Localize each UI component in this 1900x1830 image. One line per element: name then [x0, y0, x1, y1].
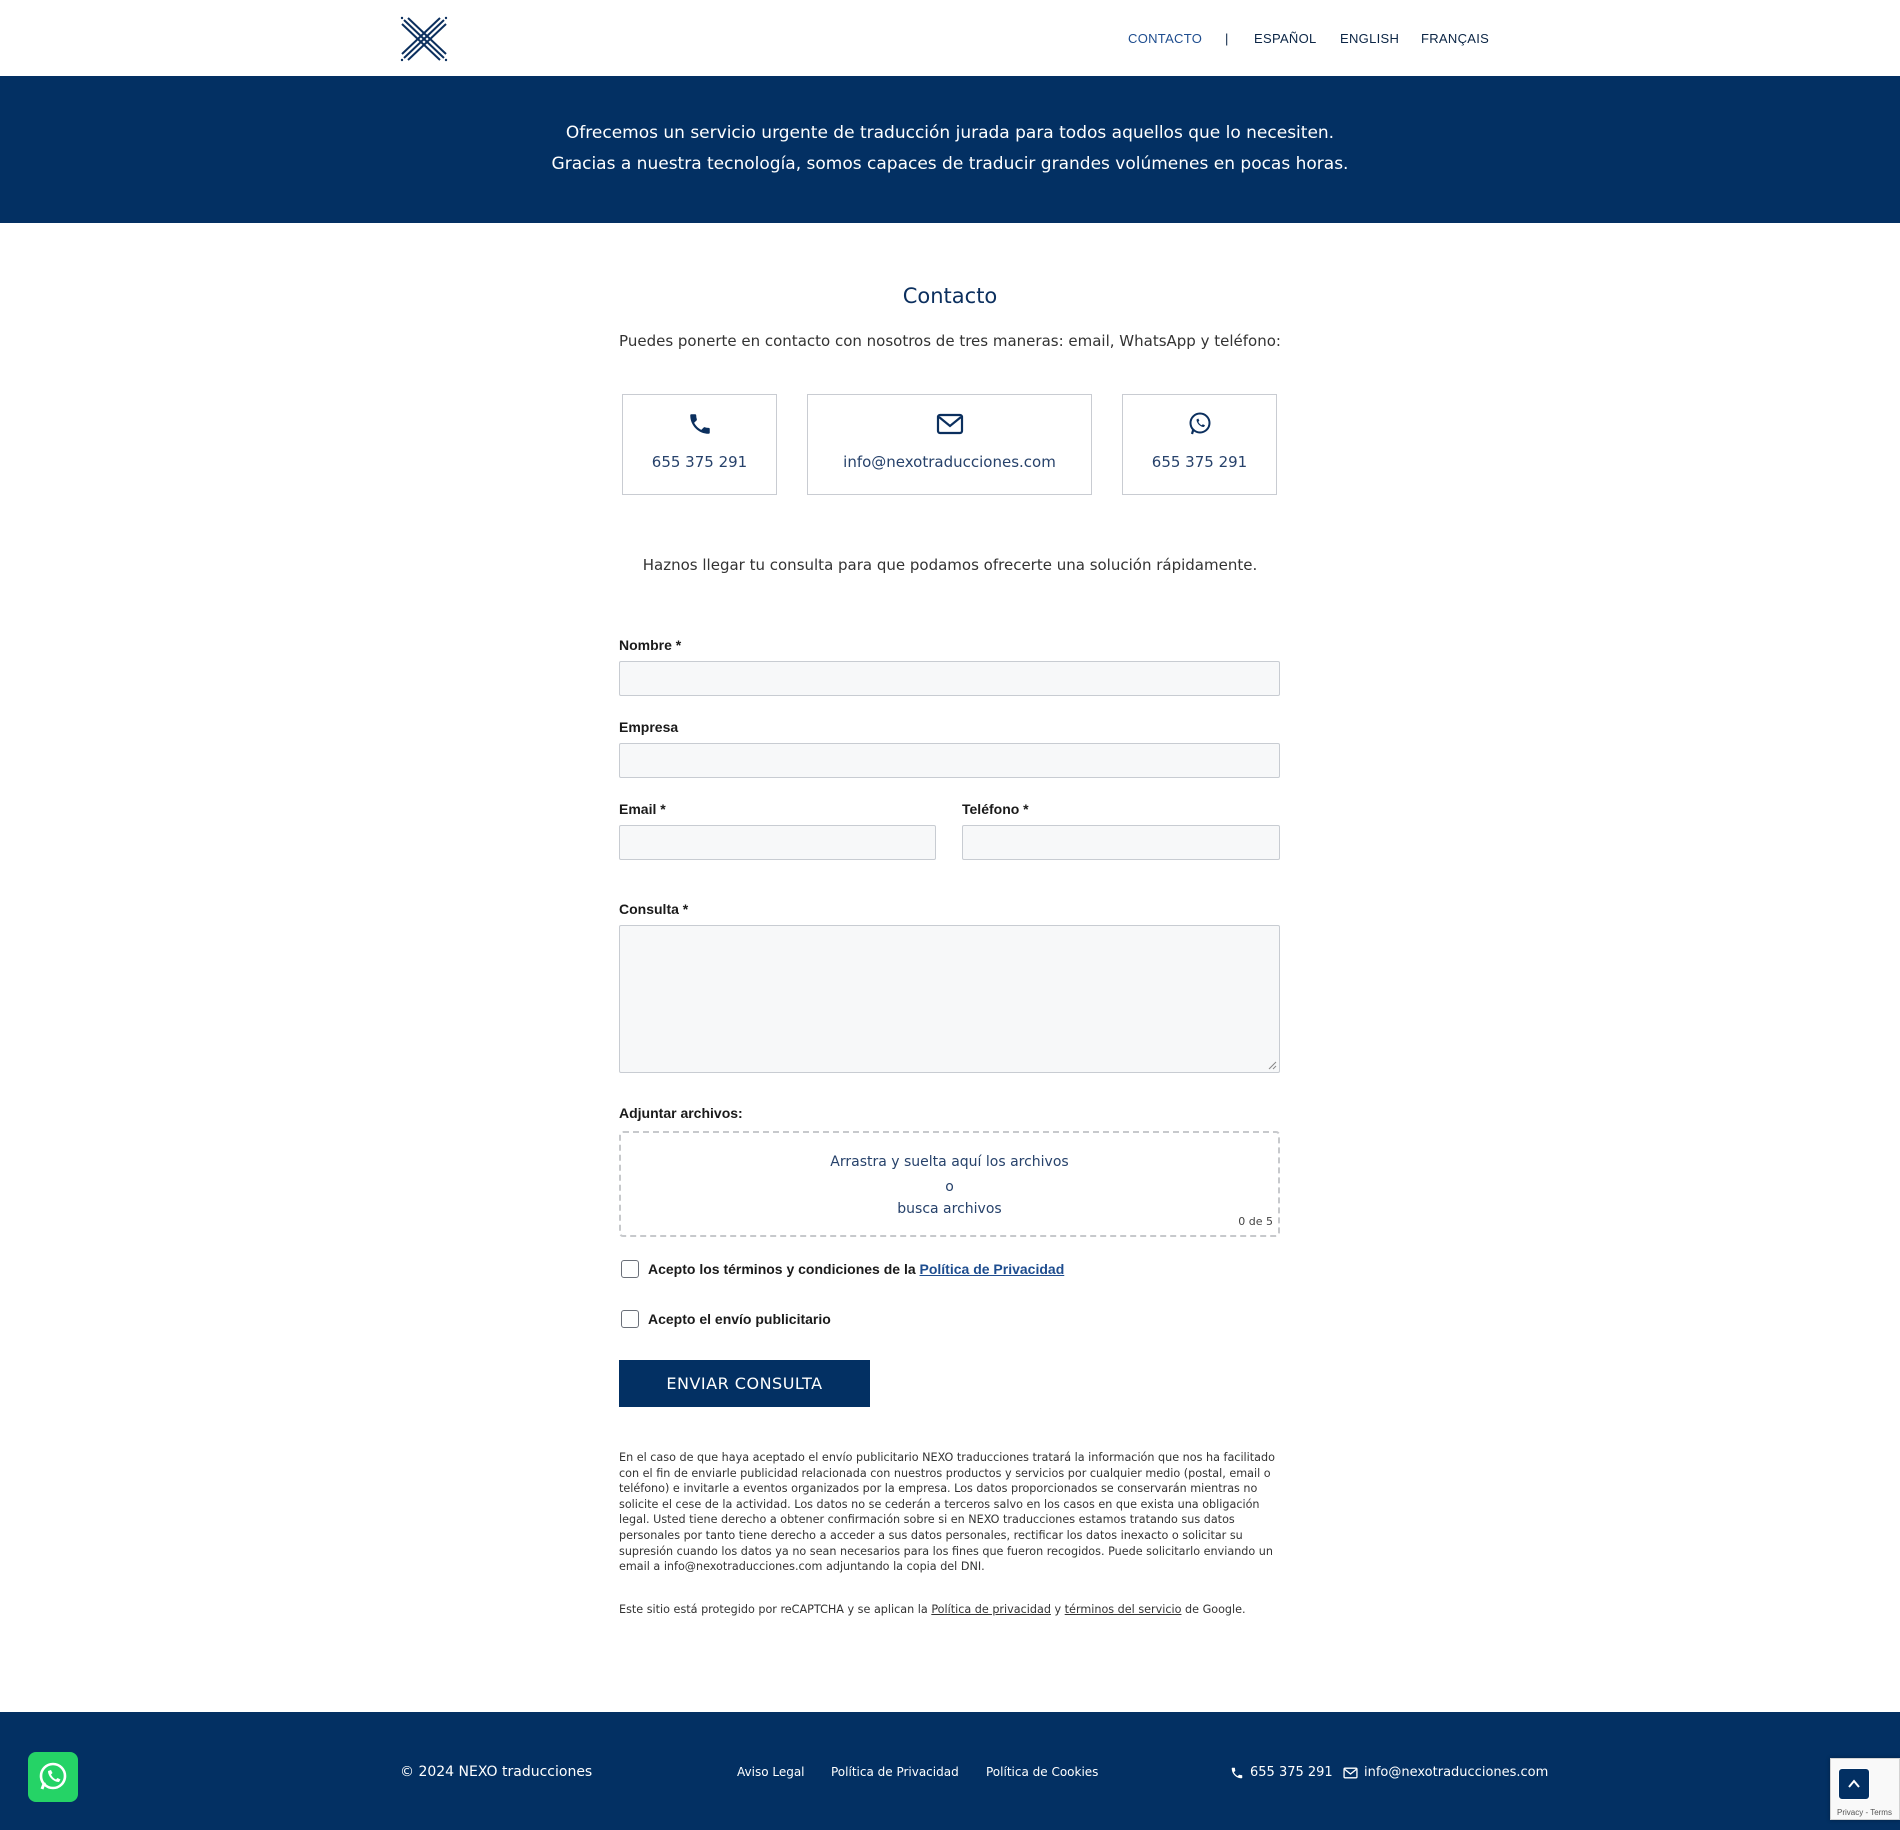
footer-cookies[interactable]: Política de Cookies: [986, 1765, 1098, 1779]
email-card[interactable]: info@nexotraducciones.com: [807, 394, 1092, 495]
recaptcha-notice: Este sitio está protegido por reCAPTCHA …: [619, 1602, 1282, 1618]
email-input[interactable]: [619, 825, 936, 860]
resize-handle-icon[interactable]: [1267, 1060, 1277, 1070]
legal-notice: En el caso de que haya aceptado el envío…: [619, 1451, 1275, 1574]
whatsapp-float-button[interactable]: [28, 1752, 78, 1802]
telefono-label: Teléfono *: [962, 801, 1029, 817]
contact-intro: Puedes ponerte en contacto con nosotros …: [619, 332, 1281, 350]
site-footer: © 2024 NEXO traducciones Aviso Legal Pol…: [0, 1712, 1900, 1830]
recaptcha-and: y: [1050, 1603, 1065, 1616]
footer-email-text: info@nexotraducciones.com: [1364, 1765, 1549, 1780]
mail-icon: [1343, 1767, 1358, 1778]
footer-phone[interactable]: 655 375 291: [1230, 1765, 1333, 1780]
page-title: Contacto: [902, 284, 998, 308]
browse-files-link[interactable]: busca archivos: [621, 1201, 1278, 1217]
nav-separator: |: [1225, 31, 1229, 46]
contact-cta: Haznos llegar tu consulta para que podam…: [642, 556, 1258, 574]
terms-label: Acepto los términos y condiciones de la …: [648, 1261, 1064, 1277]
recaptcha-badge-text: Privacy - Terms: [1837, 1808, 1892, 1817]
ads-label: Acepto el envío publicitario: [648, 1311, 831, 1327]
ads-checkbox[interactable]: [621, 1310, 639, 1328]
site-header: CONTACTO | ESPAÑOL ENGLISH FRANÇAIS: [0, 0, 1900, 76]
hero-line-2: Gracias a nuestra tecnología, somos capa…: [551, 154, 1349, 174]
hero-banner: Ofrecemos un servicio urgente de traducc…: [0, 76, 1900, 223]
whatsapp-icon: [1123, 411, 1276, 439]
whatsapp-card-text: 655 375 291: [1151, 453, 1248, 471]
adjuntar-label: Adjuntar archivos:: [619, 1105, 743, 1121]
phone-icon: [1231, 1767, 1243, 1778]
privacy-policy-link[interactable]: Política de Privacidad: [920, 1261, 1065, 1277]
dropzone-or: o: [945, 1179, 954, 1195]
phone-card-text: 655 375 291: [651, 453, 748, 471]
email-card-text: info@nexotraducciones.com: [843, 453, 1056, 471]
terms-label-text: Acepto los términos y condiciones de la: [648, 1261, 920, 1277]
submit-button[interactable]: ENVIAR CONSULTA: [619, 1360, 870, 1407]
footer-privacidad[interactable]: Política de Privacidad: [831, 1765, 959, 1779]
telefono-input[interactable]: [962, 825, 1280, 860]
nombre-input[interactable]: [619, 661, 1280, 696]
terms-checkbox[interactable]: [621, 1260, 639, 1278]
copyright: © 2024 NEXO traducciones: [400, 1764, 593, 1780]
top-nav: CONTACTO | ESPAÑOL ENGLISH FRANÇAIS: [0, 31, 1900, 49]
consulta-textarea[interactable]: [619, 925, 1280, 1073]
nav-francais[interactable]: FRANÇAIS: [1421, 31, 1489, 46]
empresa-label: Empresa: [619, 719, 679, 735]
empresa-input[interactable]: [619, 743, 1280, 778]
recaptcha-pre: Este sitio está protegido por reCAPTCHA …: [619, 1603, 932, 1616]
recaptcha-post: de Google.: [1181, 1603, 1246, 1616]
footer-phone-text: 655 375 291: [1250, 1765, 1333, 1780]
footer-email[interactable]: info@nexotraducciones.com: [1343, 1765, 1548, 1780]
file-dropzone[interactable]: Arrastra y suelta aquí los archivos o bu…: [619, 1131, 1280, 1237]
mail-icon: [808, 411, 1091, 439]
nav-english[interactable]: ENGLISH: [1340, 31, 1399, 46]
whatsapp-icon: [39, 1762, 67, 1790]
google-privacy-link[interactable]: Política de privacidad: [931, 1603, 1051, 1616]
email-label: Email *: [619, 801, 666, 817]
footer-aviso-legal[interactable]: Aviso Legal: [737, 1765, 805, 1779]
chevron-up-icon: [1848, 1779, 1860, 1788]
phone-icon: [623, 411, 776, 439]
google-terms-link[interactable]: términos del servicio: [1065, 1603, 1182, 1616]
dropzone-text: Arrastra y suelta aquí los archivos: [830, 1154, 1069, 1170]
nombre-label: Nombre *: [619, 637, 682, 653]
consulta-label: Consulta *: [619, 901, 689, 917]
hero-line-1: Ofrecemos un servicio urgente de traducc…: [565, 123, 1335, 143]
scroll-to-top-button[interactable]: [1838, 1768, 1870, 1800]
phone-card[interactable]: 655 375 291: [622, 394, 777, 495]
whatsapp-card[interactable]: 655 375 291: [1122, 394, 1277, 495]
file-count: 0 de 5: [1238, 1215, 1273, 1228]
nav-contacto[interactable]: CONTACTO: [1128, 31, 1202, 46]
nav-espanol[interactable]: ESPAÑOL: [1254, 31, 1317, 46]
